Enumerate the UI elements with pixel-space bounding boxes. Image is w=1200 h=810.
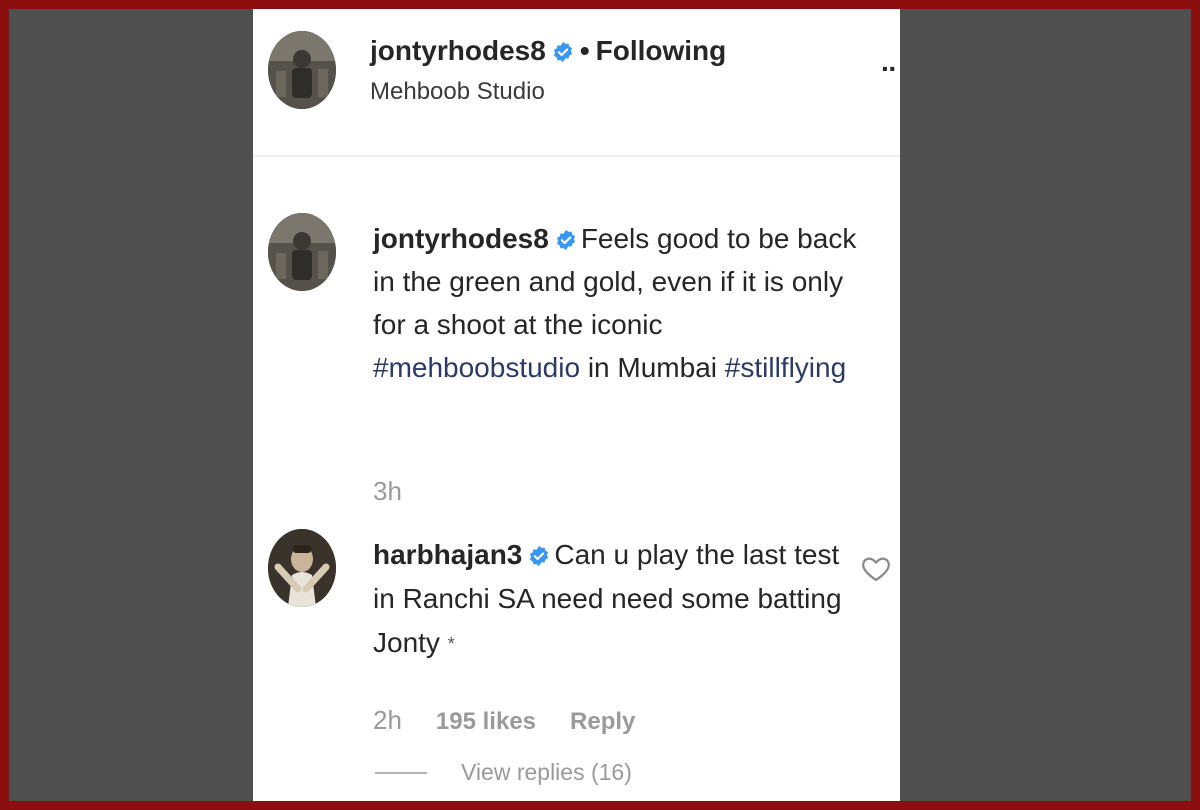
comment-body: harbhajan3 Can u play the last test in Ra… <box>373 533 843 666</box>
heart-outline-icon[interactable] <box>861 554 891 582</box>
hashtag-link[interactable]: #stillflying <box>725 352 846 383</box>
following-button[interactable]: Following <box>596 35 727 66</box>
replies-line-divider <box>375 771 427 774</box>
view-replies-label: View replies (16) <box>461 759 632 785</box>
caption-username[interactable]: jontyrhodes8 <box>373 223 549 254</box>
comment-timestamp: 2h <box>373 705 402 735</box>
header-divider <box>253 155 900 157</box>
avatar-photo <box>268 529 336 607</box>
comment-likes-count[interactable]: 195 likes <box>436 708 536 736</box>
comment-meta: 2h 195 likes Reply <box>373 705 635 736</box>
caption-timestamp: 3h <box>373 476 402 506</box>
header-separator: • <box>579 35 590 66</box>
caption-avatar[interactable] <box>268 213 336 291</box>
avatar-photo <box>268 213 336 291</box>
post-header: jontyrhodes8 • Following <box>370 33 726 69</box>
verified-badge-icon <box>553 41 572 63</box>
hashtag-link[interactable]: #mehboobstudio <box>373 352 580 383</box>
verified-badge-icon <box>530 545 549 567</box>
profile-avatar[interactable] <box>268 31 336 109</box>
more-options-icon[interactable]: ·· <box>881 53 898 85</box>
location-link[interactable]: Mehboob Studio <box>370 77 545 107</box>
reply-button[interactable]: Reply <box>570 708 635 736</box>
commenter-avatar[interactable] <box>268 529 336 607</box>
comment-emoji: * <box>447 634 455 654</box>
header-username[interactable]: jontyrhodes8 <box>370 35 546 66</box>
instagram-post-panel: jontyrhodes8 • Following Mehboob Studio ··… <box>253 9 900 801</box>
caption-text-middle: in Mumbai <box>587 352 717 383</box>
avatar-photo <box>268 31 336 109</box>
verified-badge-icon <box>556 229 575 251</box>
post-caption: jontyrhodes8 Feels good to be back in the… <box>373 217 873 389</box>
comment-username[interactable]: harbhajan3 <box>373 539 522 570</box>
view-replies-button[interactable]: View replies (16) <box>375 759 632 786</box>
